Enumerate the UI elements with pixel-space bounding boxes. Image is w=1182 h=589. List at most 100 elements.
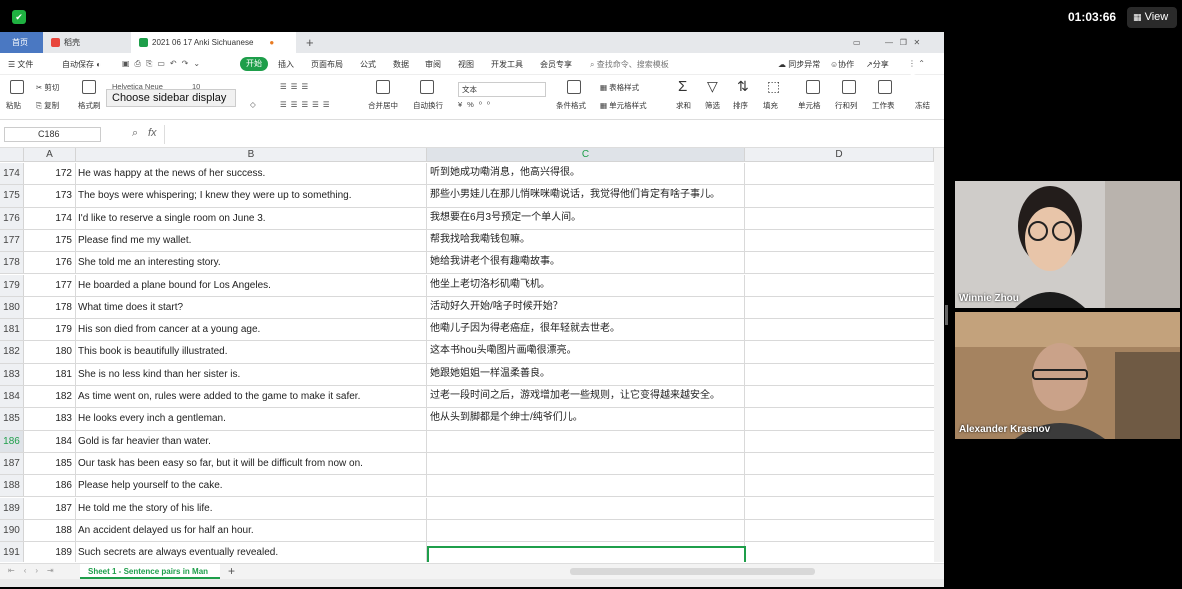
- tab-home[interactable]: 首页: [0, 32, 43, 53]
- cell-d[interactable]: [745, 341, 934, 362]
- format-painter-icon[interactable]: [82, 80, 96, 94]
- cell-d[interactable]: [745, 163, 934, 184]
- filter-label[interactable]: 筛选: [705, 100, 720, 111]
- clear-icon[interactable]: ◇: [250, 100, 256, 109]
- tab-store[interactable]: 稻壳: [43, 32, 131, 53]
- cell-d[interactable]: [745, 408, 934, 429]
- cell-c[interactable]: [427, 430, 745, 452]
- fill-icon[interactable]: ⬚: [767, 78, 780, 95]
- selected-cell-c186[interactable]: [427, 546, 746, 562]
- security-shield-icon[interactable]: ✔: [12, 10, 26, 24]
- cell-a[interactable]: 188: [24, 519, 76, 542]
- cell-style-button[interactable]: ▦ 单元格样式: [600, 100, 647, 111]
- sync-status[interactable]: ☁ 同步异常: [778, 59, 820, 70]
- cell-a[interactable]: 173: [24, 185, 76, 207]
- cell-a[interactable]: 172: [24, 163, 76, 185]
- quick-access-icons[interactable]: ▣⎙⎘▭↶↷⌄: [122, 59, 205, 69]
- cut-button[interactable]: ✂ 剪切: [36, 82, 59, 93]
- cell-d[interactable]: [745, 252, 934, 273]
- number-icons[interactable]: ¥%⁰⁰: [458, 100, 495, 109]
- cell-d[interactable]: [745, 431, 934, 452]
- worksheet-label[interactable]: 工作表: [872, 100, 895, 111]
- cell-b[interactable]: He told me the story of his life.: [76, 497, 427, 519]
- cell-a[interactable]: 176: [24, 252, 76, 274]
- cond-format-label[interactable]: 条件格式: [556, 100, 586, 111]
- cell-c[interactable]: 过老一段时间之后，游戏增加老一些规则，让它变得越来越安全。: [427, 386, 745, 408]
- cell-d[interactable]: [745, 185, 934, 206]
- sort-label[interactable]: 排序: [733, 100, 748, 111]
- cell-a[interactable]: 179: [24, 319, 76, 341]
- cell-c[interactable]: [427, 475, 745, 497]
- horizontal-scrollbar[interactable]: [570, 568, 815, 575]
- cell-a[interactable]: 175: [24, 229, 76, 252]
- tab-document[interactable]: 2021 06 17 Anki Sichuanese ●: [131, 32, 296, 53]
- cond-format-icon[interactable]: [567, 80, 581, 94]
- row-header[interactable]: 177: [0, 229, 24, 252]
- add-sheet-icon[interactable]: +: [228, 564, 235, 578]
- menu-file[interactable]: ☰ 文件: [8, 59, 33, 70]
- collab-button[interactable]: ☺协作: [830, 59, 854, 70]
- row-header[interactable]: 185: [0, 408, 24, 430]
- cell-label[interactable]: 单元格: [798, 100, 821, 111]
- row-header[interactable]: 174: [0, 163, 24, 185]
- cell-d[interactable]: [745, 319, 934, 340]
- menu-layout[interactable]: 页面布局: [311, 59, 343, 70]
- cell-c[interactable]: 这本书hou头嘞图片画嘞很漂亮。: [427, 341, 745, 363]
- name-box[interactable]: C186: [4, 127, 101, 142]
- align-top-icons[interactable]: ☰☰☰: [280, 82, 312, 91]
- merge-label[interactable]: 合并居中: [368, 100, 398, 111]
- cell-b[interactable]: He was happy at the news of her success.: [76, 163, 427, 185]
- cell-a[interactable]: 182: [24, 386, 76, 408]
- row-header[interactable]: 176: [0, 207, 24, 229]
- cell-a[interactable]: 177: [24, 274, 76, 296]
- row-header[interactable]: 186: [0, 430, 24, 452]
- row-header[interactable]: 188: [0, 475, 24, 497]
- spreadsheet-grid[interactable]: A B C D 174 172 He was happy at the news o…: [0, 148, 934, 562]
- zoom-search-icon[interactable]: ⌕: [132, 127, 138, 140]
- vertical-scrollbar[interactable]: [934, 148, 944, 562]
- cell-c[interactable]: 她跟她姐姐一样温柔善良。: [427, 363, 745, 385]
- paste-icon[interactable]: [10, 80, 24, 94]
- row-header[interactable]: 189: [0, 497, 24, 519]
- paste-label[interactable]: 粘贴: [6, 100, 21, 111]
- cell-a[interactable]: 186: [24, 475, 76, 497]
- menu-member[interactable]: 会员专享: [540, 59, 572, 70]
- row-header[interactable]: 182: [0, 341, 24, 363]
- cell-b[interactable]: Such secrets are always eventually revea…: [76, 542, 427, 562]
- cell-c[interactable]: 活动好久开始/啥子时候开始？: [427, 296, 745, 319]
- menu-autosave[interactable]: 自动保存 ◐: [62, 59, 101, 70]
- row-header[interactable]: 180: [0, 296, 24, 319]
- row-header[interactable]: 179: [0, 274, 24, 296]
- cell-d[interactable]: [745, 520, 934, 541]
- layout-icon[interactable]: ▭: [853, 38, 861, 47]
- cell-b[interactable]: I'd like to reserve a single room on Jun…: [76, 207, 427, 229]
- cell-b[interactable]: An accident delayed us for half an hour.: [76, 519, 427, 542]
- filter-icon[interactable]: ▽: [707, 78, 718, 95]
- video-tile-winnie[interactable]: Winnie Zhou: [955, 181, 1180, 308]
- cell-c[interactable]: 他从头到脚都是个绅士/纯爷们儿。: [427, 408, 745, 430]
- cell-c[interactable]: 她给我讲老个很有趣嘞故事。: [427, 252, 745, 274]
- sheet-nav-icons[interactable]: ⇤‹›⇥: [8, 566, 63, 575]
- rowcol-icon[interactable]: [842, 80, 856, 94]
- align-icons[interactable]: ☰☰☰☰☰: [280, 100, 334, 109]
- cell-b[interactable]: What time does it start?: [76, 296, 427, 319]
- cell-a[interactable]: 189: [24, 542, 76, 562]
- sum-label[interactable]: 求和: [676, 100, 691, 111]
- merge-icon[interactable]: [376, 80, 390, 94]
- fill-label[interactable]: 填充: [763, 100, 778, 111]
- rowcol-label[interactable]: 行和列: [835, 100, 858, 111]
- cell-d[interactable]: [745, 364, 934, 385]
- cell-c[interactable]: 那些小男娃儿在那儿悄咪咪嘞说话，我觉得他们肯定有啥子事儿。: [427, 185, 745, 207]
- new-tab-icon[interactable]: +: [298, 32, 314, 53]
- row-header[interactable]: 178: [0, 252, 24, 274]
- cell-d[interactable]: [745, 386, 934, 407]
- cell-a[interactable]: 187: [24, 497, 76, 519]
- cell-a[interactable]: 184: [24, 430, 76, 452]
- wrap-label[interactable]: 自动换行: [413, 100, 443, 111]
- cell-b[interactable]: Gold is far heavier than water.: [76, 430, 427, 452]
- cell-c[interactable]: 帮我找哈我嘞钱包嘛。: [427, 229, 745, 252]
- menu-start[interactable]: 开始: [240, 57, 268, 71]
- menu-review[interactable]: 审阅: [425, 59, 441, 70]
- cell-c[interactable]: 我想要在6月3号预定一个单人间。: [427, 207, 745, 229]
- cell-d[interactable]: [745, 475, 934, 496]
